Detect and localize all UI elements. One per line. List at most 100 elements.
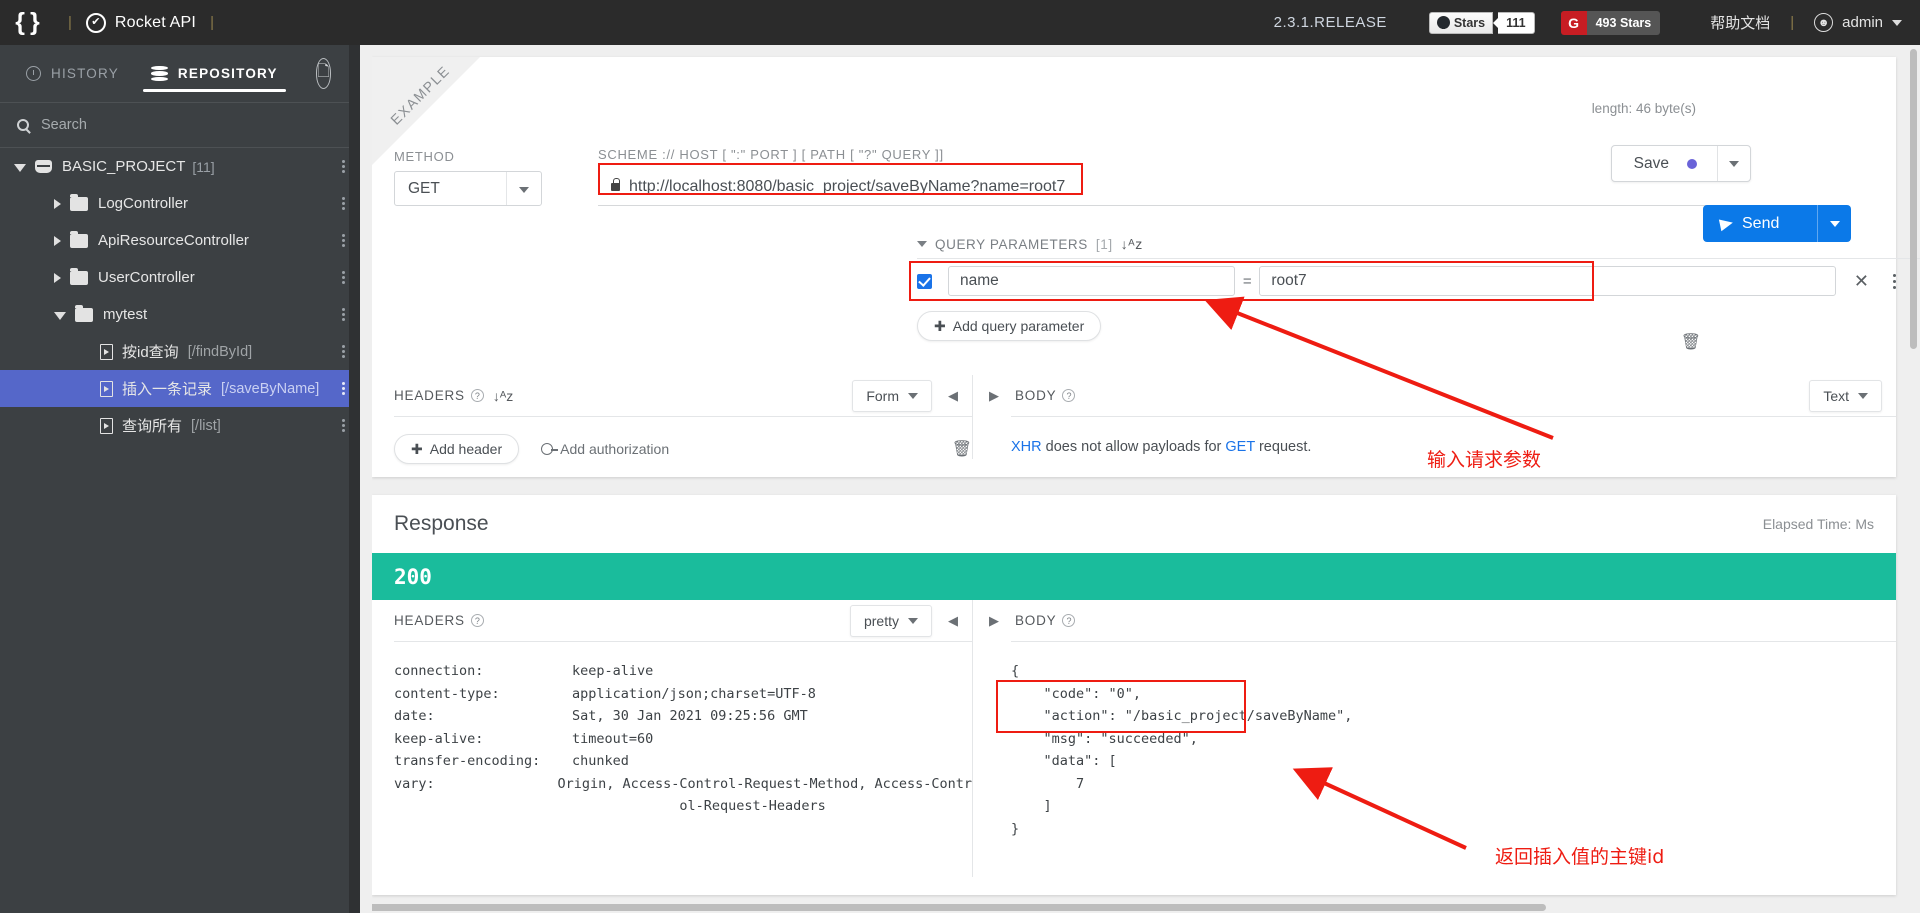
chevron-right-icon[interactable] [54,235,61,246]
sidebar-resize-handle[interactable] [349,45,360,913]
document-icon[interactable]: 🗋 [315,58,332,89]
github-star-count: 111 [1498,11,1535,34]
response-body-section: ▶ BODY ? { "code": "0", "action": "/basi… [973,600,1896,895]
xhr-link[interactable]: XHR [1011,439,1042,455]
tree-label: ApiResourceController [98,232,249,249]
more-options-icon[interactable] [342,195,346,212]
api-file-icon [100,417,113,434]
github-star-button[interactable]: Stars [1428,11,1494,34]
header-key: transfer-encoding: [394,753,541,769]
query-parameter-checkbox[interactable] [917,273,932,289]
database-icon [150,66,168,81]
search-placeholder: Search [41,117,87,133]
add-authorization-button[interactable]: Add authorization [541,441,669,457]
folder-icon [75,304,93,322]
url-input[interactable]: http://localhost:8080/basic_project/save… [598,169,1763,206]
app-logo-icon[interactable]: { } [0,0,54,45]
main-vertical-scrollbar[interactable] [1910,49,1917,349]
remove-query-parameter-icon[interactable]: ✕ [1854,271,1869,292]
lock-icon [611,178,620,191]
main-content: EXAMPLE METHOD GET SCHEME :// HOST [ ":"… [360,45,1920,913]
tree-item-findbyid[interactable]: 按id查询 [/findById] [0,333,360,370]
query-parameters-title: QUERY PARAMETERS [935,236,1088,252]
help-icon[interactable]: ? [1062,389,1076,402]
body-mode-dropdown[interactable]: Text [1809,379,1882,412]
tree-item-list[interactable]: 查询所有 [/list] [0,407,360,444]
send-button[interactable]: Send [1703,205,1851,242]
tree-item-mytest[interactable]: mytest [0,296,360,333]
tree-item-logcontroller[interactable]: LogController [0,185,360,222]
tree-item-savebyname[interactable]: 插入一条记录 [/saveByName] [0,370,360,407]
header-value: application/json;charset=UTF-8 [572,685,816,702]
chevron-down-icon[interactable] [54,312,66,320]
save-dropdown-button[interactable] [1718,146,1750,181]
gitee-stars-badge[interactable]: G 493 Stars [1560,10,1661,35]
github-star-label: Stars [1453,15,1486,30]
headers-mode-dropdown[interactable]: Form [852,379,932,412]
chevron-down-icon [908,617,918,624]
response-header-row: date: Sat, 30 Jan 2021 09:25:56 GMT [394,705,972,728]
headers-mode-label: Form [866,387,899,404]
sort-alpha-icon[interactable]: ↓ᴬz [1121,236,1143,252]
sort-alpha-icon[interactable]: ↓ᴬz [493,388,513,404]
response-body-json: { "code": "0", "action": "/basic_project… [1011,663,1353,837]
method-select[interactable]: GET [394,171,542,206]
sidebar-tabs: HISTORY REPOSITORY 🗋 ❮ [0,45,360,103]
chevron-right-icon[interactable] [54,272,61,283]
response-title: Response [394,512,489,535]
folder-icon [70,230,88,248]
more-options-icon[interactable] [342,380,346,397]
delete-query-parameters-icon[interactable]: 🗑 [1681,332,1701,352]
response-headers-section: HEADERS ? pretty ◀ connection: keep-aliv… [372,600,972,895]
request-body-title: BODY [1015,388,1057,403]
help-icon[interactable]: ? [470,389,484,402]
more-options-icon[interactable] [342,269,346,286]
chevron-down-icon[interactable] [14,164,26,172]
tree-item-apiresourcecontroller[interactable]: ApiResourceController [0,222,360,259]
tab-history[interactable]: HISTORY [10,45,135,102]
collapse-left-icon[interactable]: ◀ [948,613,958,629]
more-options-icon[interactable] [342,232,346,249]
help-doc-link[interactable]: 帮助文档 [1710,12,1770,33]
tab-repository[interactable]: REPOSITORY [135,45,294,102]
api-file-icon [100,343,113,360]
get-link[interactable]: GET [1225,439,1255,455]
send-dropdown-button[interactable] [1818,205,1851,242]
query-parameter-key-input[interactable]: name [948,266,1236,296]
more-options-icon[interactable] [342,306,346,323]
response-header-row: connection: keep-alive [394,660,972,683]
elapsed-time-label: Elapsed Time: Ms [1762,516,1874,532]
response-headers-mode-dropdown[interactable]: pretty [849,604,932,637]
request-headers-section: HEADERS ? ↓ᴬz Form ◀ ✚ Add header Add au… [372,375,972,477]
response-headers-title: HEADERS [394,613,465,628]
help-icon[interactable]: ? [1062,614,1076,627]
search-input[interactable]: Search [0,103,360,148]
help-icon[interactable]: ? [470,614,484,627]
add-header-button[interactable]: ✚ Add header [394,434,520,464]
user-menu[interactable]: ☻ admin [1814,13,1902,32]
tree-item-basic-project[interactable]: BASIC_PROJECT [11] [0,148,360,185]
rocket-check-icon: ✔ [85,12,106,33]
add-query-parameter-button[interactable]: ✚ Add query parameter [917,311,1102,341]
expand-right-icon[interactable]: ▶ [989,388,999,404]
main-horizontal-scrollbar[interactable] [366,904,1546,911]
more-options-icon[interactable] [1892,271,1896,292]
more-options-icon[interactable] [342,417,346,434]
github-stars-badge[interactable]: Stars 111 [1428,11,1535,34]
app-title: Rocket API [114,13,197,31]
query-parameter-value-input[interactable]: root7 [1259,266,1836,296]
more-options-icon[interactable] [342,158,346,175]
query-parameters-count: [1] [1095,236,1113,252]
collapse-left-icon[interactable]: ◀ [948,388,958,404]
body-mode-label: Text [1823,387,1849,404]
response-body-title: BODY [1015,613,1057,628]
chevron-right-icon[interactable] [54,198,61,209]
expand-right-icon[interactable]: ▶ [989,613,999,629]
save-button[interactable]: Save [1610,145,1751,182]
tree-label: 查询所有 [122,418,183,435]
tree-path: [/findById] [187,343,253,360]
more-options-icon[interactable] [342,343,346,360]
header-value: chunked [572,753,629,769]
tree-item-usercontroller[interactable]: UserController [0,259,360,296]
delete-headers-icon[interactable]: 🗑 [952,439,972,459]
